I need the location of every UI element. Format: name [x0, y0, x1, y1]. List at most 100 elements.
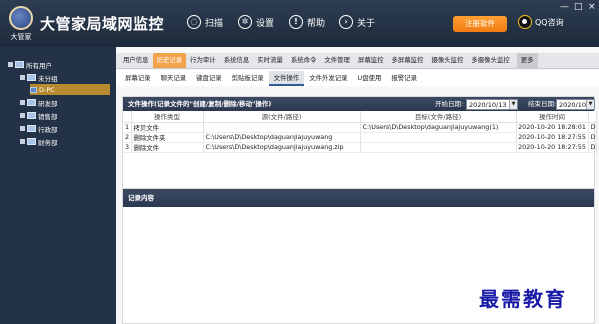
- file-panel-header: 文件操作(记录文件的"创建/复制/删除/移动"操作) 开始日期: 2020/10…: [123, 97, 595, 111]
- cell-op-time: 2020-10-20 18:27:55: [516, 132, 589, 143]
- cell-source: C:\Users\D\Desktop\daguanjiajuyuwang.zip: [203, 142, 361, 153]
- tab-user-info[interactable]: 用户信息: [119, 53, 153, 68]
- expand-icon[interactable]: [20, 126, 25, 131]
- tree-label: 销售部: [38, 112, 58, 121]
- subtab-screen-records[interactable]: 屏幕记录: [120, 71, 156, 86]
- tree-node-rd[interactable]: 研发部: [20, 97, 58, 108]
- subtab-file-operations[interactable]: 文件操作: [268, 70, 305, 86]
- table-row[interactable]: 3 删除文件 C:\Users\D\Desktop\daguanjiajuyuw…: [123, 142, 597, 153]
- watermark-text: 最需教育: [479, 287, 567, 311]
- tab-camera-monitor[interactable]: 摄像头监控: [427, 53, 467, 68]
- record-panel-header: 记录内容: [123, 189, 594, 207]
- start-date-picker[interactable]: 2020/10/13 ▼: [466, 99, 518, 110]
- subtab-clipboard-records[interactable]: 剪贴板记录: [227, 71, 269, 86]
- nav-help-button[interactable]: ! 帮助: [289, 15, 325, 29]
- chevron-down-icon[interactable]: ▼: [586, 100, 594, 109]
- table-header-row: 操作类型 源(文件/路径) 目标(文件/路径) 操作时间: [123, 111, 597, 123]
- tab-more[interactable]: 更多: [516, 53, 538, 68]
- nav-about-button[interactable]: › 关于: [339, 15, 375, 29]
- tab-multi-camera[interactable]: 多摄像头监控: [467, 53, 513, 68]
- table-row[interactable]: 1 拷贝文件 C:\Users\D\Desktop\daguanjiajuyuw…: [123, 122, 597, 133]
- subtab-alarm-records[interactable]: 报警记录: [386, 71, 422, 86]
- scan-icon: ◌: [187, 15, 201, 29]
- cell-source: [203, 122, 361, 133]
- col-header-extra[interactable]: [588, 111, 597, 123]
- tab-file-manager[interactable]: 文件管理: [320, 53, 354, 68]
- logo-emblem: [9, 6, 33, 30]
- qq-consult-button[interactable]: QQ咨询: [518, 15, 564, 29]
- close-button[interactable]: ×: [588, 3, 596, 12]
- nav-scan-label: 扫描: [205, 18, 224, 29]
- tree-node-sales[interactable]: 销售部: [20, 110, 58, 121]
- chevron-down-icon[interactable]: ▼: [509, 100, 517, 109]
- group-icon: [27, 112, 36, 119]
- history-sub-tab-bar: 屏幕记录 聊天记录 键盘记录 剪贴板记录 文件操作 文件外发记录 U盘使用 报警…: [116, 70, 599, 86]
- subtab-file-outgoing[interactable]: 文件外发记录: [304, 71, 352, 86]
- group-icon: [27, 125, 36, 132]
- cell-extra: D: [588, 132, 597, 143]
- cell-target: C:\Users\D\Desktop\daguanjiajuyuwang(1): [360, 122, 517, 133]
- cell-op-time: 2020-10-20 18:27:55: [516, 142, 589, 153]
- start-date-value: 2020/10/13: [469, 101, 507, 109]
- cell-op-type: 拷贝文件: [131, 122, 204, 133]
- expand-icon[interactable]: [20, 139, 25, 144]
- nav-about-label: 关于: [357, 18, 376, 29]
- nav-help-label: 帮助: [307, 18, 326, 29]
- cell-index: 2: [123, 132, 132, 143]
- start-date-label: 开始日期:: [435, 100, 464, 108]
- cell-extra: D: [588, 122, 597, 133]
- subtab-keyboard-records[interactable]: 键盘记录: [191, 71, 227, 86]
- tree-label: 研发部: [38, 99, 58, 108]
- maximize-button[interactable]: □: [574, 3, 583, 12]
- tree-node-finance[interactable]: 财务部: [20, 136, 58, 147]
- collapse-icon[interactable]: [8, 62, 13, 67]
- app-title: 大管家局域网监控: [40, 15, 165, 33]
- col-header-op-type[interactable]: 操作类型: [131, 111, 204, 123]
- cell-index: 1: [123, 122, 132, 133]
- cell-op-type: 删除文件夹: [131, 132, 204, 143]
- group-icon: [27, 138, 36, 145]
- app-logo: 大管家: [6, 6, 36, 41]
- tree-node-ungrouped[interactable]: 未分组: [20, 72, 58, 83]
- col-header-op-time[interactable]: 操作时间: [516, 111, 589, 123]
- group-icon: [27, 99, 36, 106]
- cell-op-type: 删除文件: [131, 142, 204, 153]
- cell-target: [360, 132, 517, 143]
- tree-node-admin[interactable]: 行政部: [20, 123, 58, 134]
- collapse-icon[interactable]: [20, 75, 25, 80]
- group-icon: [27, 74, 36, 81]
- register-button[interactable]: 注册软件: [453, 16, 507, 32]
- cell-target: [360, 142, 517, 153]
- col-header-index[interactable]: [123, 111, 132, 123]
- user-tree-sidebar: 所有用户 未分组 D-PC 研发部 销售部 行政部 财务部: [0, 47, 116, 324]
- subtab-usb-usage[interactable]: U盘使用: [353, 71, 387, 86]
- tab-behavior-audit[interactable]: 行为审计: [186, 53, 220, 68]
- expand-icon[interactable]: [20, 113, 25, 118]
- col-header-target[interactable]: 目标(文件/路径): [360, 111, 517, 123]
- nav-settings-label: 设置: [256, 18, 275, 29]
- logo-text: 大管家: [10, 33, 32, 41]
- expand-icon[interactable]: [20, 100, 25, 105]
- nav-scan-button[interactable]: ◌ 扫描: [187, 15, 223, 29]
- cell-index: 3: [123, 142, 132, 153]
- subtab-chat-records[interactable]: 聊天记录: [156, 71, 192, 86]
- minimize-button[interactable]: —: [560, 3, 569, 12]
- tab-realtime-traffic[interactable]: 实时流量: [253, 53, 287, 68]
- tree-node-all-users[interactable]: 所有用户: [8, 59, 52, 70]
- tree-label: 行政部: [38, 125, 58, 134]
- tab-system-info[interactable]: 系统信息: [220, 53, 254, 68]
- nav-settings-button[interactable]: ✲ 设置: [238, 15, 274, 29]
- tab-system-command[interactable]: 系统命令: [287, 53, 321, 68]
- computer-icon: [30, 86, 37, 93]
- tree-label: 所有用户: [26, 61, 52, 70]
- title-bar: 大管家 大管家局域网监控 ◌ 扫描 ✲ 设置 ! 帮助 › 关于 注册软件 QQ…: [0, 0, 599, 47]
- tab-screen-monitor[interactable]: 屏幕监控: [354, 53, 388, 68]
- col-header-source[interactable]: 源(文件/路径): [203, 111, 361, 123]
- tab-history[interactable]: 历史记录: [152, 53, 187, 68]
- table-row[interactable]: 2 删除文件夹 C:\Users\D\Desktop\daguanjiajuyu…: [123, 132, 597, 143]
- end-date-picker[interactable]: 2020/10/26 ▼: [556, 99, 595, 110]
- tab-multi-screen[interactable]: 多屏幕监控: [388, 53, 428, 68]
- tree-node-d-pc[interactable]: D-PC: [30, 84, 110, 95]
- file-panel-title: 文件操作(记录文件的"创建/复制/删除/移动"操作): [128, 100, 272, 108]
- tree-label: 未分组: [38, 74, 58, 83]
